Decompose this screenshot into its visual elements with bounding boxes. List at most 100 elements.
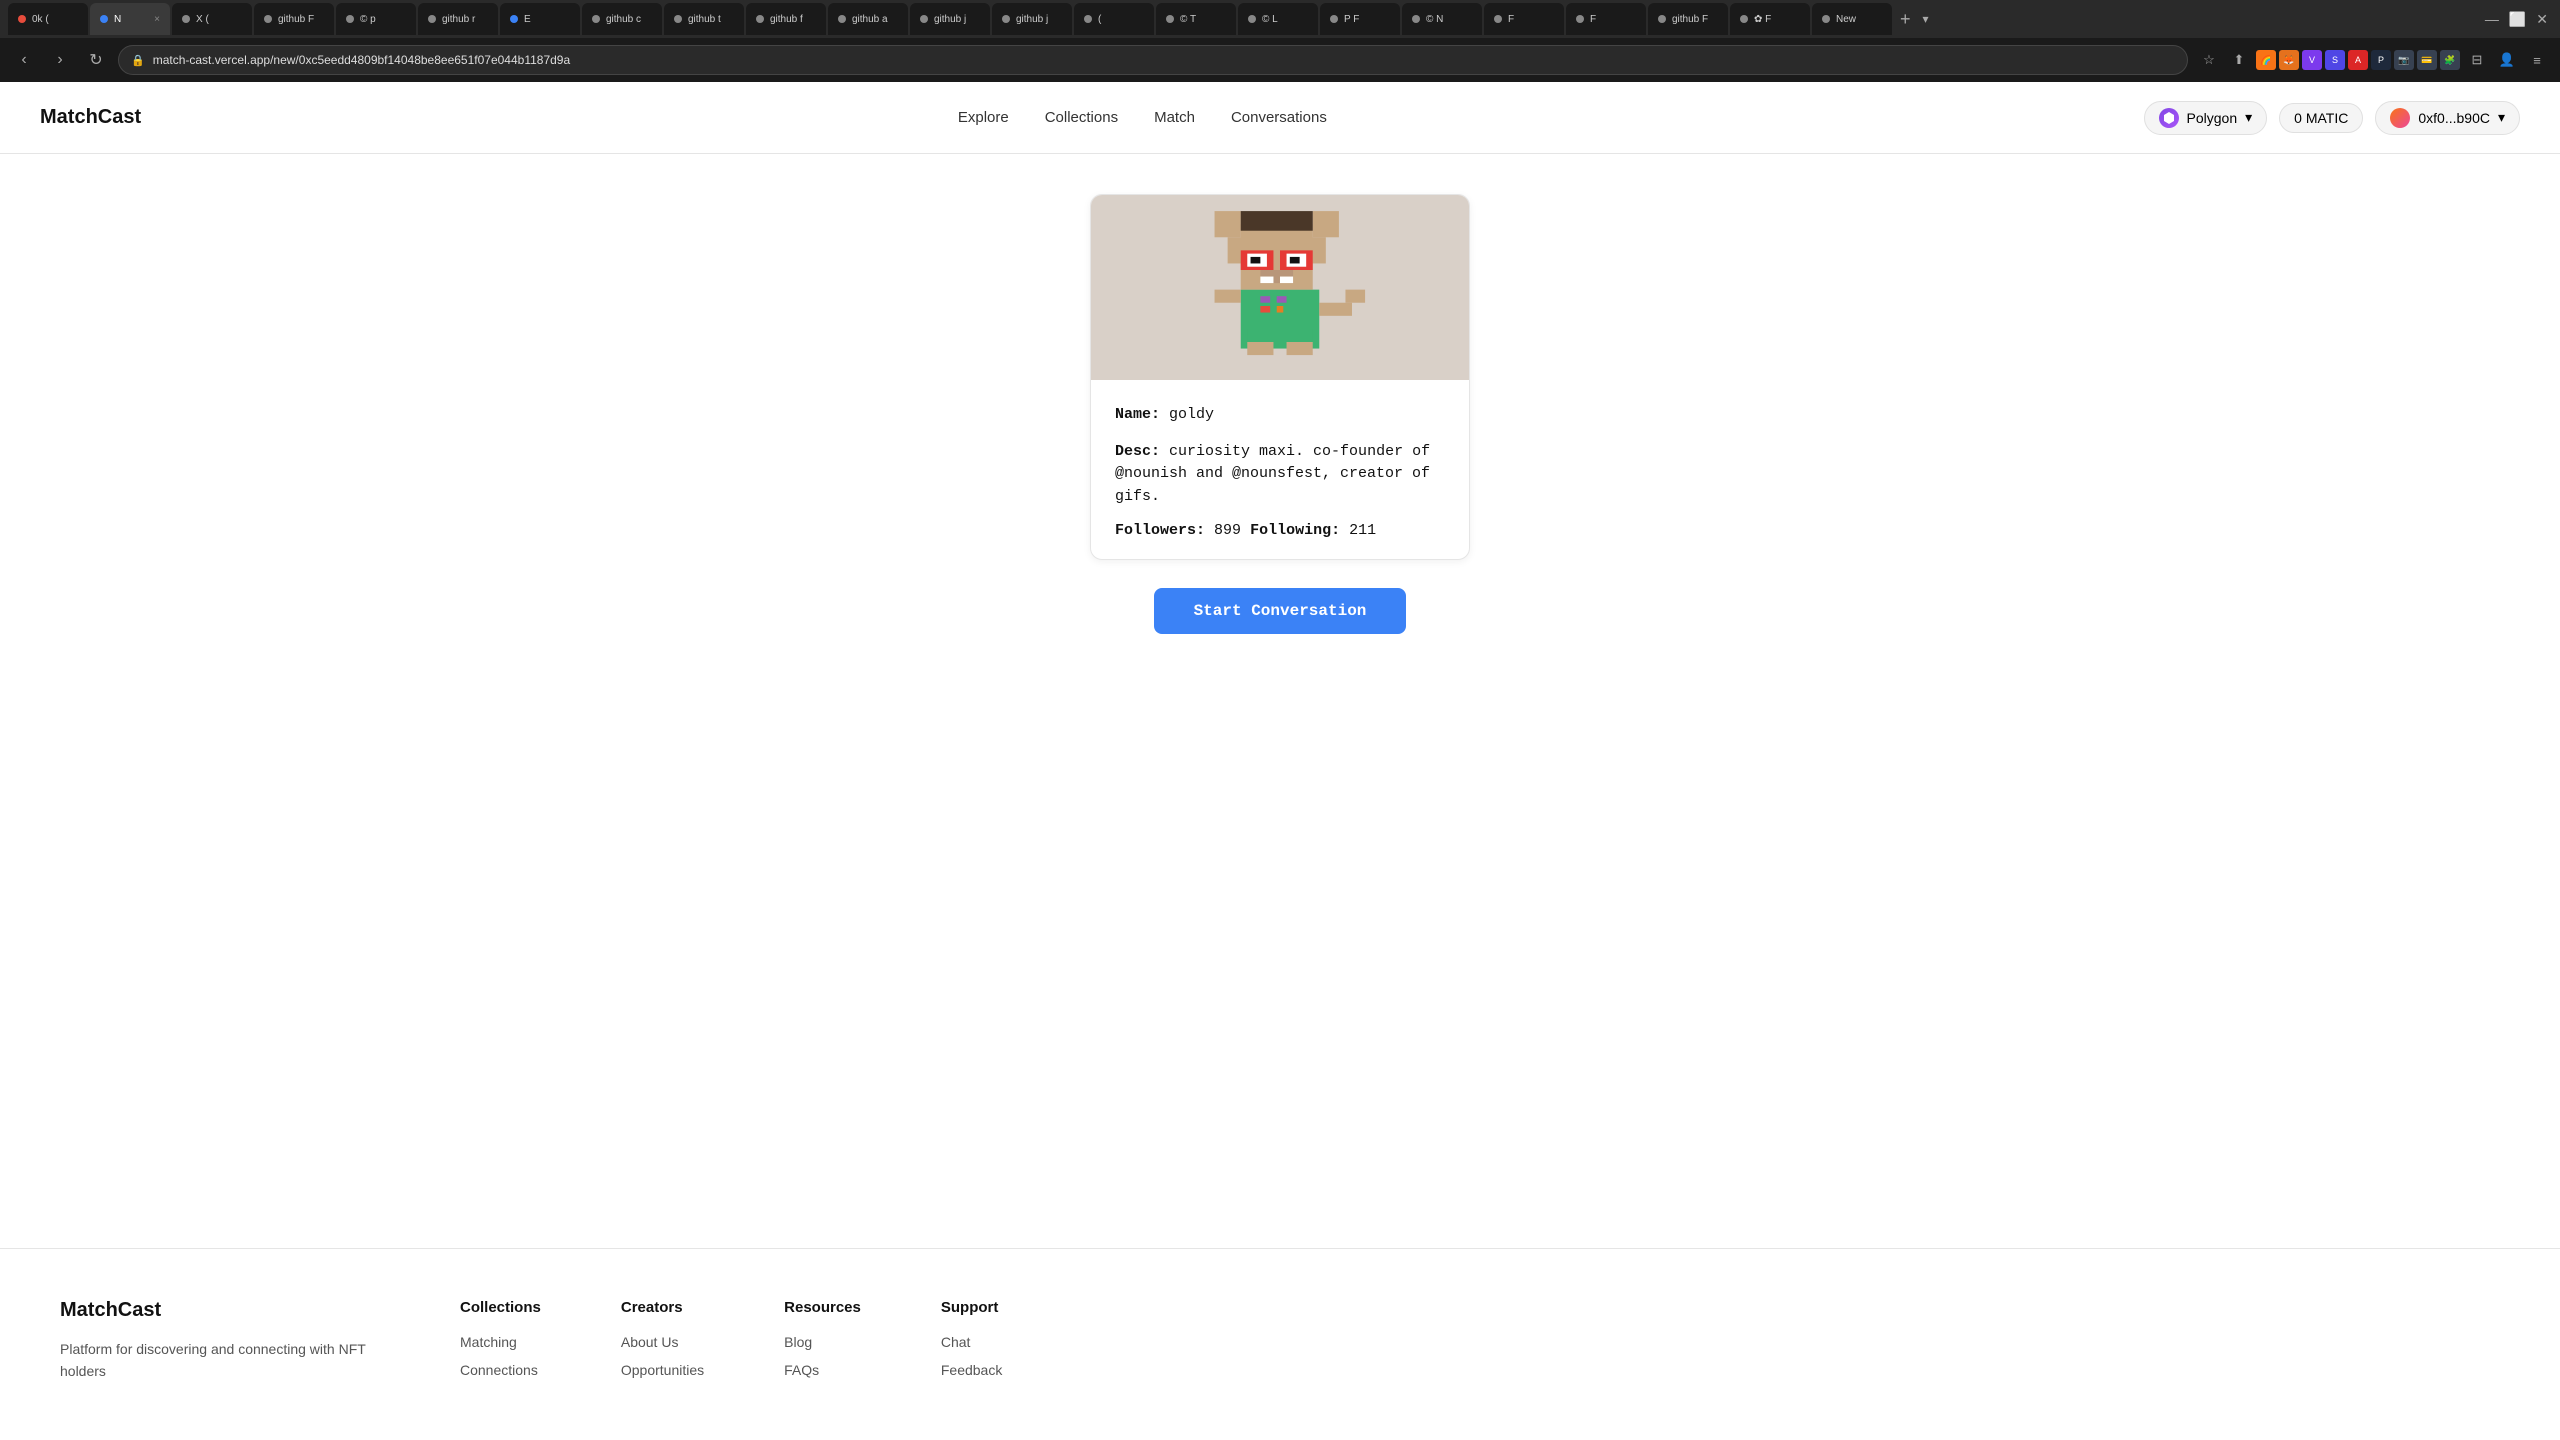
tab-t[interactable]: © T <box>1156 3 1236 35</box>
ext-puzzle[interactable]: 🧩 <box>2440 50 2460 70</box>
nav-conversations[interactable]: Conversations <box>1231 109 1327 126</box>
forward-button[interactable]: › <box>46 46 74 74</box>
footer-link-opportunities[interactable]: Opportunities <box>621 1362 704 1378</box>
footer-link-faqs[interactable]: FAQs <box>784 1362 861 1378</box>
tab-github-j[interactable]: github j <box>910 3 990 35</box>
app-footer: MatchCast Platform for discovering and c… <box>0 1248 2560 1440</box>
share-icon[interactable]: ⬆ <box>2226 47 2252 73</box>
ext-v[interactable]: V <box>2302 50 2322 70</box>
tab-github-j2[interactable]: github j <box>992 3 1072 35</box>
address-bar-row: ‹ › ↻ 🔒 match-cast.vercel.app/new/0xc5ee… <box>0 38 2560 82</box>
footer-creators-heading: Creators <box>621 1299 704 1316</box>
tab-e[interactable]: E <box>500 3 580 35</box>
tab-github-t[interactable]: github t <box>664 3 744 35</box>
desc-label: Desc: <box>1115 443 1160 460</box>
profile-icon[interactable]: 👤 <box>2494 47 2520 73</box>
back-button[interactable]: ‹ <box>10 46 38 74</box>
sidebar-icon[interactable]: ⊟ <box>2464 47 2490 73</box>
following-label: Following: <box>1250 522 1340 539</box>
network-chevron: ▾ <box>2245 109 2252 126</box>
tab-l[interactable]: © L <box>1238 3 1318 35</box>
lock-icon: 🔒 <box>131 54 145 67</box>
extension-icons: 🌈 🦊 V S A P 📷 💳 🧩 <box>2256 47 2460 73</box>
header-right: Polygon ▾ 0 MATIC 0xf0...b90C ▾ <box>2144 101 2520 135</box>
tab-github-f3[interactable]: github F <box>1648 3 1728 35</box>
wallet-address: 0xf0...b90C <box>2418 110 2490 126</box>
footer-collections-heading: Collections <box>460 1299 541 1316</box>
footer-col-support: Support Chat Feedback <box>941 1299 1002 1390</box>
matic-balance: 0 MATIC <box>2294 110 2348 126</box>
ext-camera[interactable]: 📷 <box>2394 50 2414 70</box>
tab-matchcast[interactable]: N × <box>90 3 170 35</box>
wallet-button[interactable]: 0xf0...b90C ▾ <box>2375 101 2520 135</box>
bookmark-icon[interactable]: ☆ <box>2196 47 2222 73</box>
tab-x[interactable]: X ( <box>172 3 252 35</box>
matic-balance-button[interactable]: 0 MATIC <box>2279 103 2363 133</box>
wallet-avatar <box>2390 108 2410 128</box>
profile-image <box>1091 195 1469 380</box>
footer-col-collections: Collections Matching Connections <box>460 1299 541 1390</box>
footer-links: Collections Matching Connections Creator… <box>460 1299 2500 1390</box>
start-conversation-button[interactable]: Start Conversation <box>1154 588 1407 634</box>
tab-new[interactable]: New <box>1812 3 1892 35</box>
tab-overflow-button[interactable]: ▾ <box>1923 12 1929 26</box>
tab-f1[interactable]: F <box>1484 3 1564 35</box>
app-wrapper: MatchCast Explore Collections Match Conv… <box>0 82 2560 1440</box>
url-text: match-cast.vercel.app/new/0xc5eedd4809bf… <box>153 53 2175 67</box>
ext-s[interactable]: S <box>2325 50 2345 70</box>
desc-value: curiosity maxi. co-founder of @nounish a… <box>1115 443 1430 505</box>
tab-pf[interactable]: P F <box>1320 3 1400 35</box>
reload-button[interactable]: ↻ <box>82 46 110 74</box>
footer-link-feedback[interactable]: Feedback <box>941 1362 1002 1378</box>
maximize-button[interactable]: ⬜ <box>2509 11 2526 28</box>
footer-col-creators: Creators About Us Opportunities <box>621 1299 704 1390</box>
ext-fox[interactable]: 🦊 <box>2279 50 2299 70</box>
profile-desc-field: Desc: curiosity maxi. co-founder of @nou… <box>1115 441 1445 509</box>
footer-logo: MatchCast <box>60 1299 380 1322</box>
app-logo: MatchCast <box>40 106 141 129</box>
name-value: goldy <box>1169 406 1214 423</box>
nav-explore[interactable]: Explore <box>958 109 1009 126</box>
profile-stats: Followers: 899 Following: 211 <box>1115 522 1445 539</box>
footer-link-connections[interactable]: Connections <box>460 1362 541 1378</box>
tab-n[interactable]: © N <box>1402 3 1482 35</box>
name-label: Name: <box>1115 406 1160 423</box>
profile-card: Name: goldy Desc: curiosity maxi. co-fou… <box>1090 194 1470 560</box>
ext-rainbow[interactable]: 🌈 <box>2256 50 2276 70</box>
tab-github-c[interactable]: github c <box>582 3 662 35</box>
close-window-button[interactable]: ✕ <box>2536 11 2548 28</box>
nav-collections[interactable]: Collections <box>1045 109 1118 126</box>
footer-link-about[interactable]: About Us <box>621 1334 704 1350</box>
tab-f2[interactable]: F <box>1566 3 1646 35</box>
menu-icon[interactable]: ≡ <box>2524 47 2550 73</box>
tab-github-f[interactable]: github F <box>254 3 334 35</box>
new-tab-button[interactable]: + <box>1894 10 1917 28</box>
profile-name-field: Name: goldy <box>1115 404 1445 427</box>
footer-link-chat[interactable]: Chat <box>941 1334 1002 1350</box>
tab-github-f2[interactable]: github f <box>746 3 826 35</box>
tab-0k[interactable]: 0k ( <box>8 3 88 35</box>
footer-link-matching[interactable]: Matching <box>460 1334 541 1350</box>
network-button[interactable]: Polygon ▾ <box>2144 101 2268 135</box>
tab-github-p[interactable]: © p <box>336 3 416 35</box>
footer-resources-heading: Resources <box>784 1299 861 1316</box>
nav-match[interactable]: Match <box>1154 109 1195 126</box>
minimize-button[interactable]: — <box>2485 11 2499 27</box>
tab-github-r[interactable]: github r <box>418 3 498 35</box>
ext-a[interactable]: A <box>2348 50 2368 70</box>
footer-support-heading: Support <box>941 1299 1002 1316</box>
wallet-chevron: ▾ <box>2498 109 2505 126</box>
footer-link-blog[interactable]: Blog <box>784 1334 861 1350</box>
ext-wallet[interactable]: 💳 <box>2417 50 2437 70</box>
following-value: 211 <box>1349 522 1376 539</box>
app-header: MatchCast Explore Collections Match Conv… <box>0 82 2560 154</box>
address-bar[interactable]: 🔒 match-cast.vercel.app/new/0xc5eedd4809… <box>118 45 2188 75</box>
followers-label: Followers: <box>1115 522 1205 539</box>
tab-github-a[interactable]: github a <box>828 3 908 35</box>
tab-flower-f[interactable]: ✿ F <box>1730 3 1810 35</box>
polygon-icon <box>2159 108 2179 128</box>
network-name: Polygon <box>2187 110 2238 126</box>
ext-p[interactable]: P <box>2371 50 2391 70</box>
footer-description: Platform for discovering and connecting … <box>60 1338 380 1383</box>
tab-paren[interactable]: ( <box>1074 3 1154 35</box>
